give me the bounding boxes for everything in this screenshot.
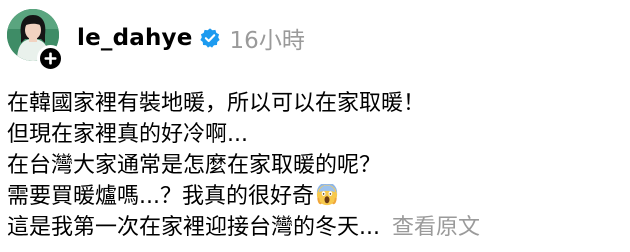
- post-text-line: 需要買暖爐嗎...？我真的很好奇: [7, 184, 314, 209]
- post-text-line: 在台灣大家通常是怎麼在家取暖的呢？: [7, 153, 382, 178]
- post-text-line-with-more: 這是我第一次在家裡迎接台灣的冬天... 查看原文: [7, 212, 627, 243]
- post-header: le_dahye 16小時: [77, 22, 305, 54]
- screaming-face-icon: [316, 184, 338, 206]
- post-text-line: 在韓國家裡有裝地暖，所以可以在家取暖！: [7, 91, 426, 116]
- post-text-line: 但現在家裡真的好冷啊...: [7, 122, 248, 147]
- follow-plus-badge[interactable]: [37, 45, 64, 72]
- post-body: 在韓國家裡有裝地暖，所以可以在家取暖！ 但現在家裡真的好冷啊... 在台灣大家通…: [7, 88, 627, 243]
- plus-icon: [44, 52, 57, 65]
- username-link[interactable]: le_dahye: [77, 25, 193, 51]
- post-text-line-with-emoji: 需要買暖爐嗎...？我真的很好奇: [7, 181, 627, 212]
- post-timestamp: 16小時: [229, 28, 305, 54]
- threads-post: le_dahye 16小時 在韓國家裡有裝地暖，所以可以在家取暖！ 但現在家裡真…: [0, 0, 630, 252]
- post-text-line: 這是我第一次在家裡迎接台灣的冬天...: [7, 215, 380, 240]
- profile-avatar[interactable]: [7, 9, 64, 72]
- see-original-link[interactable]: 查看原文: [392, 215, 480, 240]
- verified-badge-icon: [199, 27, 221, 49]
